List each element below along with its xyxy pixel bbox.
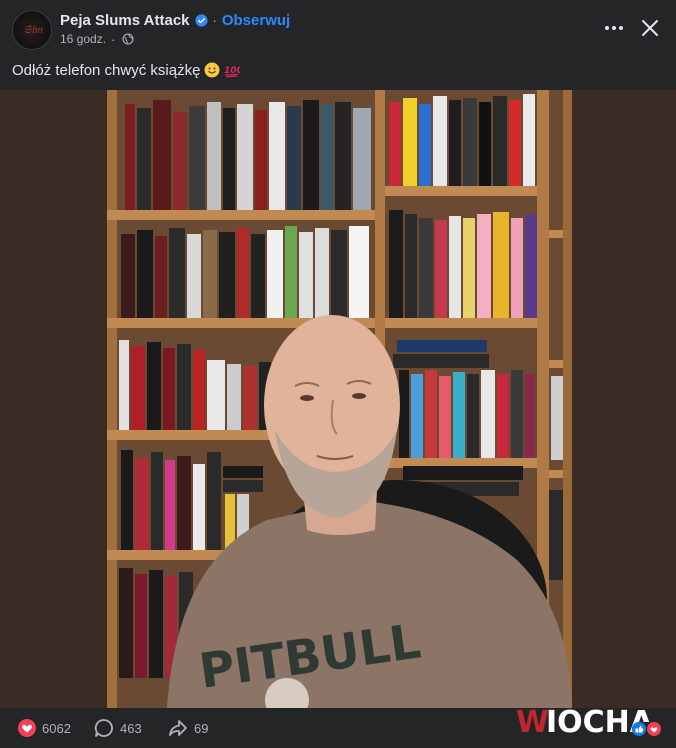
wiocha-watermark: W IOCHA bbox=[514, 704, 664, 740]
post-meta: 16 godz. · bbox=[60, 31, 134, 47]
author-name[interactable]: Peja Slums Attack bbox=[60, 12, 190, 29]
post-timestamp[interactable]: 16 godz. bbox=[60, 32, 106, 46]
books-row-2 bbox=[121, 226, 369, 318]
avatar[interactable]: 𝔖𝔩𝔪 bbox=[12, 10, 52, 50]
wiocha-logo: W IOCHA bbox=[516, 705, 662, 740]
heart-icon bbox=[18, 719, 36, 737]
close-button[interactable] bbox=[634, 12, 666, 44]
name-separator: · bbox=[212, 12, 217, 28]
share-count: 69 bbox=[194, 720, 209, 736]
slightly-smiling-face-icon bbox=[204, 62, 220, 78]
close-icon bbox=[642, 20, 658, 36]
share-button[interactable]: 69 bbox=[168, 718, 208, 738]
comment-icon bbox=[94, 719, 113, 737]
globe-icon[interactable] bbox=[122, 33, 134, 45]
svg-text:W: W bbox=[516, 705, 549, 740]
books-row-2-right bbox=[389, 210, 537, 318]
photo-image: PITBULL bbox=[107, 90, 572, 708]
comment-count: 463 bbox=[120, 720, 142, 736]
post-caption: Odłóż telefon chwyć książkę bbox=[12, 61, 201, 79]
more-options-icon bbox=[605, 26, 623, 30]
comment-button[interactable]: 463 bbox=[94, 718, 142, 738]
share-icon bbox=[169, 720, 187, 736]
author-row: Peja Slums Attack · Obserwuj bbox=[60, 10, 290, 30]
avatar-logo: 𝔖𝔩𝔪 bbox=[23, 23, 43, 36]
hundred-points-icon: 100 bbox=[224, 66, 240, 78]
meta-separator: · bbox=[111, 31, 116, 47]
post-text: Odłóż telefon chwyć książkę 100 bbox=[12, 60, 240, 80]
more-options-button[interactable] bbox=[598, 14, 630, 42]
like-count: 6062 bbox=[42, 720, 71, 736]
like-count-button[interactable]: 6062 bbox=[18, 718, 71, 738]
post-photo[interactable]: PITBULL bbox=[107, 90, 572, 708]
follow-button[interactable]: Obserwuj bbox=[222, 12, 290, 29]
verified-badge-icon bbox=[194, 13, 208, 27]
post-header: 𝔖𝔩𝔪 Peja Slums Attack · Obserwuj 16 godz… bbox=[0, 0, 676, 58]
